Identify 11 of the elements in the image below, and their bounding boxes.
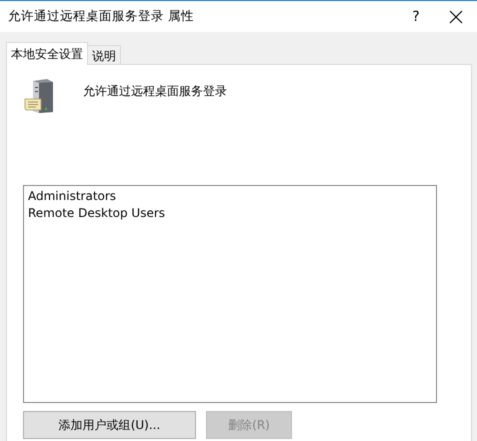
window-title: 允许通过远程桌面服务登录 属性 (8, 8, 195, 25)
close-icon[interactable] (449, 10, 463, 24)
server-icon (23, 79, 55, 113)
list-item[interactable]: Remote Desktop Users (27, 205, 166, 222)
help-button[interactable]: ? (401, 8, 431, 24)
tab[interactable]: 说明 (87, 45, 121, 64)
members-list[interactable]: Administrators Remote Desktop Users (23, 185, 437, 403)
policy-name: 允许通过远程桌面服务登录 (83, 83, 227, 100)
add-button[interactable]: 添加用户或组(U)... (23, 411, 196, 439)
tab[interactable]: 本地安全设置 (6, 42, 88, 65)
list-item[interactable]: Administrators (27, 188, 118, 205)
